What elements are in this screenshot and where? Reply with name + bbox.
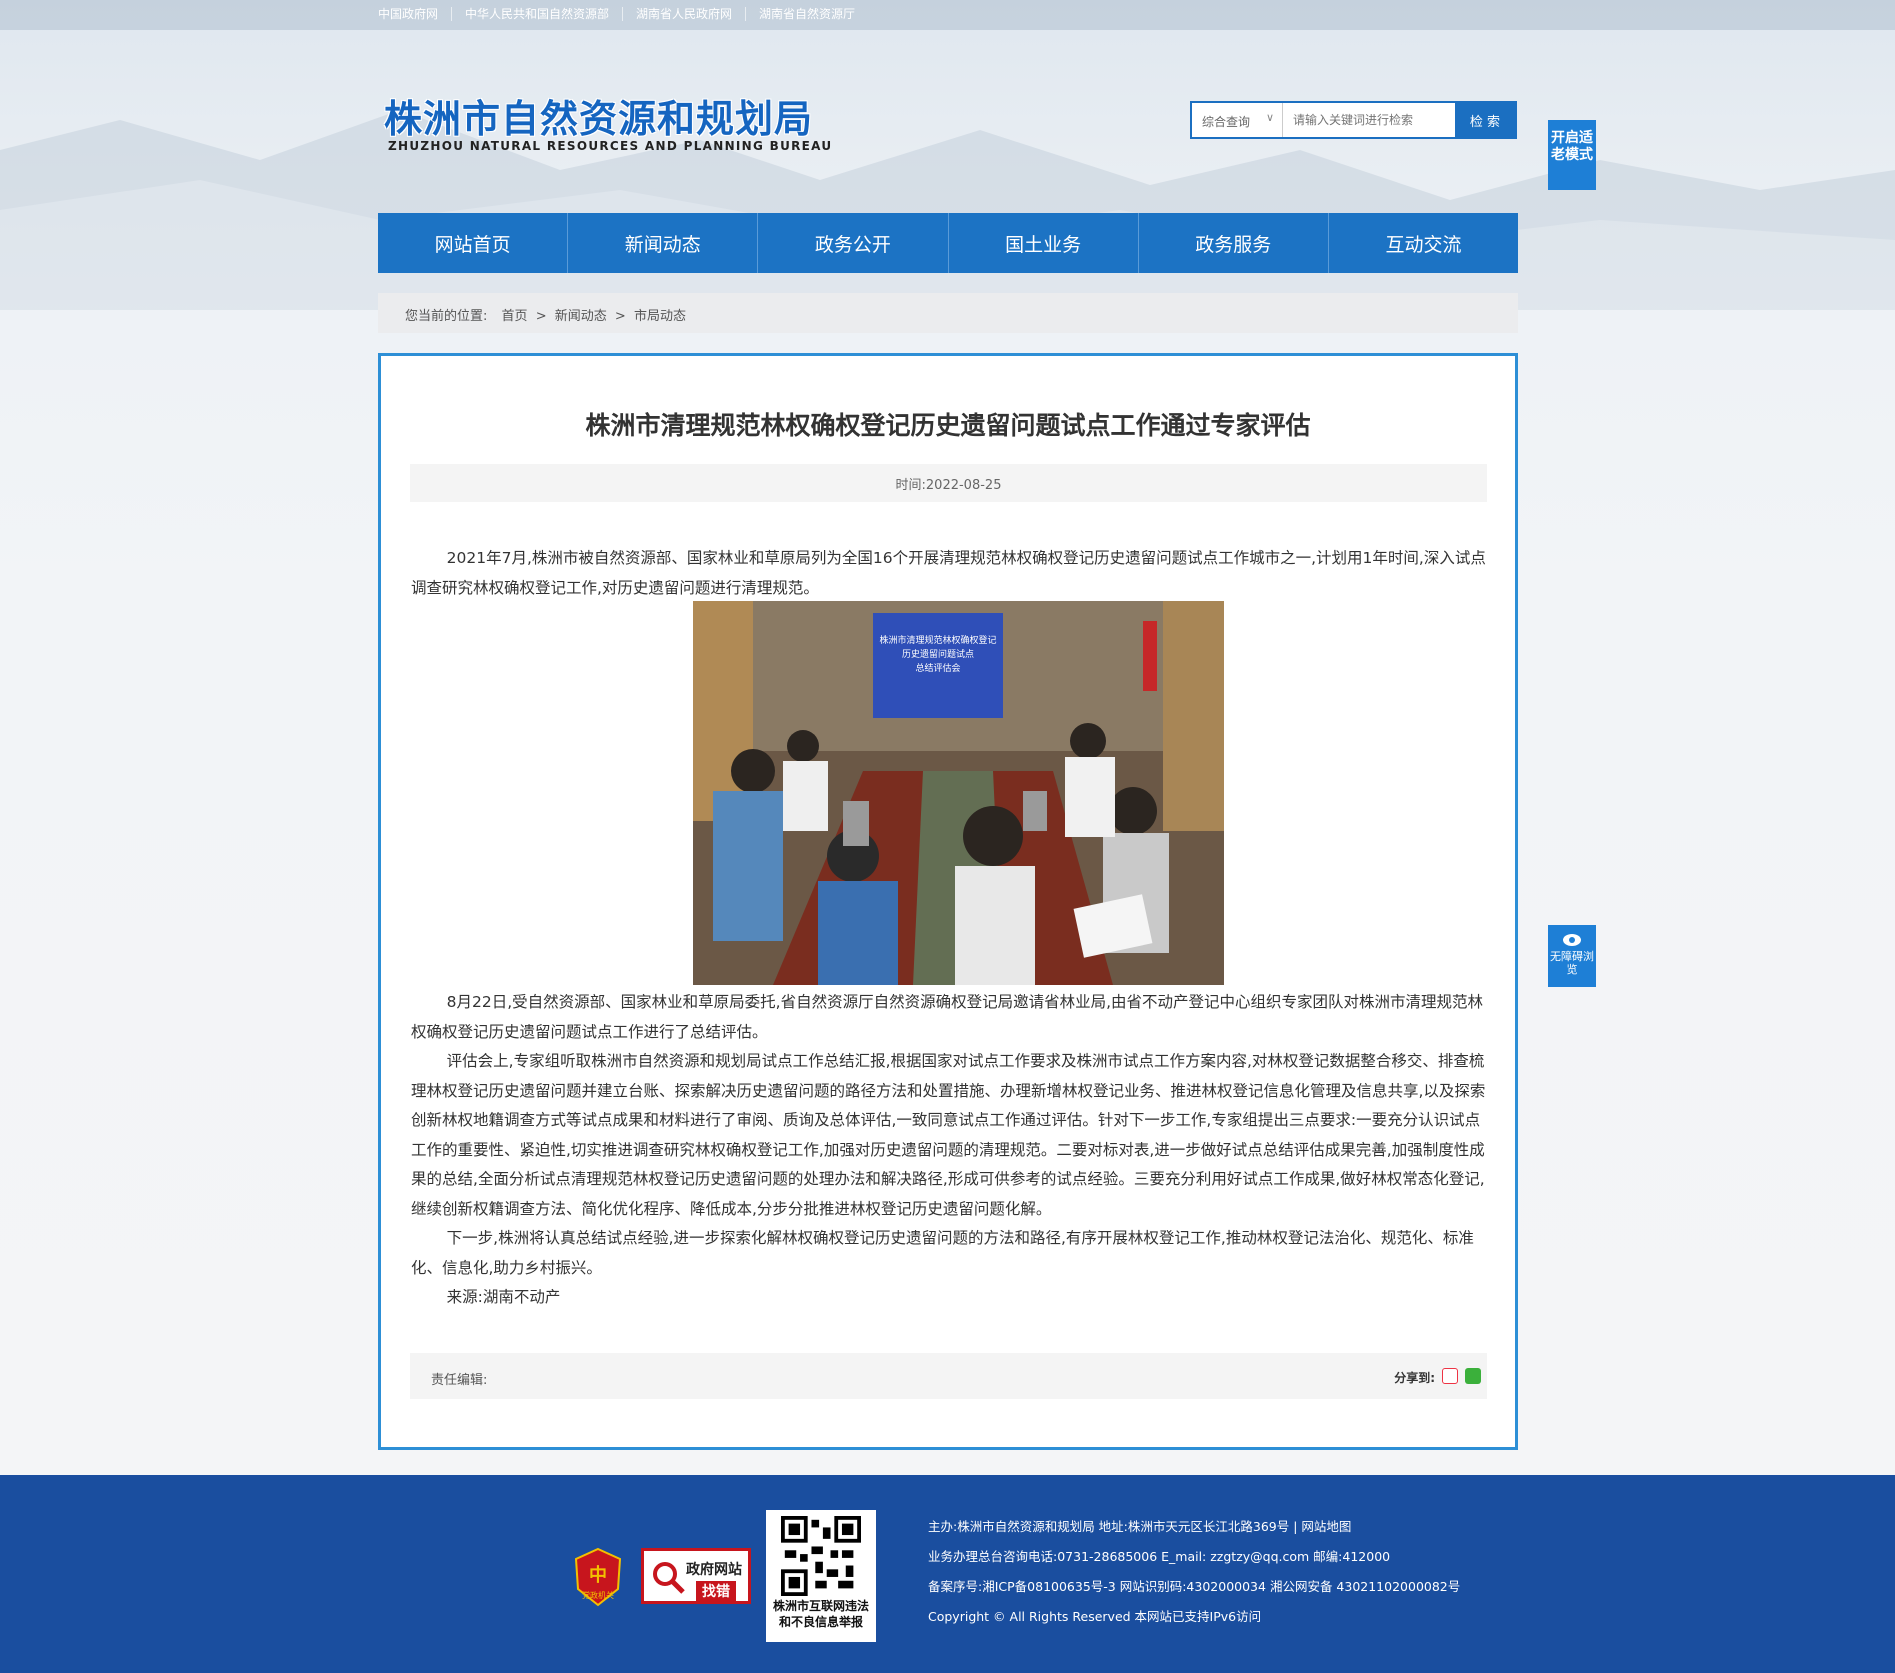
error-badge-line2: 找错 [696,1581,736,1601]
elder-mode-button[interactable]: 开启适老模式 [1548,120,1596,190]
screen-text: 总结评估会 [915,662,960,674]
breadcrumb-label: 您当前的位置: [405,309,488,324]
footer-line-host: 主办:株洲市自然资源和规划局 地址:株洲市天元区长江北路369号 | 网站地图 [928,1519,1352,1534]
search-scope-value: 综合查询 [1202,115,1251,129]
nav-item-news[interactable]: 新闻动态 [568,213,759,273]
meeting-photo-illustration: 株洲市清理规范林权确权登记 历史遗留问题试点 总结评估会 [693,601,1224,985]
top-link-bar [0,0,1895,30]
party-gov-badge-icon[interactable]: 中 党政机关 [572,1547,624,1607]
editor-label: 责任编辑: [431,1373,488,1388]
nav-item-home[interactable]: 网站首页 [378,213,569,273]
screen-text: 株洲市清理规范林权确权登记 [879,634,996,646]
breadcrumb: 您当前的位置: 首页 > 新闻动态 > 市局动态 [378,293,1518,333]
breadcrumb-sep: > [614,309,626,324]
nav-item-services[interactable]: 政务服务 [1139,213,1329,273]
screen-text: 历史遗留问题试点 [902,648,974,660]
search-scope-select[interactable]: 综合查询 ∨ [1192,103,1283,137]
article-paragraph: 下一步,株洲将认真总结试点经验,进一步探索化解林权确权登记历史遗留问题的方法和路… [411,1229,1474,1277]
article-body-bottom: 8月22日,受自然资源部、国家林业和草原局委托,省自然资源厅自然资源确权登记局邀… [411,988,1487,1313]
nav-item-gov-affairs[interactable]: 政务公开 [758,213,949,273]
gov-site-error-badge[interactable]: 政府网站 找错 [641,1548,751,1604]
top-link-hunan-nr[interactable]: 湖南省自然资源厅 [746,7,868,21]
breadcrumb-sep: > [535,309,547,324]
error-badge-line1: 政府网站 [686,1562,742,1578]
accessibility-button[interactable]: 无障碍浏览 [1548,925,1596,987]
report-qr-box[interactable]: 株洲市互联网违法和不良信息举报 [766,1510,876,1642]
search-bar: 综合查询 ∨ 检 索 [1190,101,1517,139]
top-link-mnr[interactable]: 中华人民共和国自然资源部 [452,7,624,21]
footer-info: 主办:株洲市自然资源和规划局 地址:株洲市天元区长江北路369号 | 网站地图 … [928,1512,1460,1632]
breadcrumb-news[interactable]: 新闻动态 [555,309,607,324]
nav-item-interaction[interactable]: 互动交流 [1329,213,1518,273]
mountain-backdrop [0,110,1895,310]
magnifier-icon [653,1562,685,1594]
article-body-top: 2021年7月,株洲市被自然资源部、国家林业和草原局列为全国16个开展清理规范林… [411,544,1487,603]
article-date: 时间:2022-08-25 [410,464,1487,502]
search-button[interactable]: 检 索 [1455,103,1515,137]
footer-line-contact: 业务办理总台咨询电话:0731-28685006 E_mail: zzgtzy@… [928,1549,1391,1564]
article-photo: 株洲市清理规范林权确权登记 历史遗留问题试点 总结评估会 [693,601,1224,985]
article-paragraph: 2021年7月,株洲市被自然资源部、国家林业和草原局列为全国16个开展清理规范林… [411,549,1486,597]
main-nav: 网站首页 新闻动态 政务公开 国土业务 政务服务 互动交流 [378,213,1518,273]
article-panel: 株洲市清理规范林权确权登记历史遗留问题试点工作通过专家评估 时间:2022-08… [378,353,1518,1450]
qr-code-icon [781,1516,861,1596]
eye-icon [1563,934,1581,946]
footer-line-copyright: Copyright © All Rights Reserved 本网站已支持IP… [928,1609,1262,1624]
breadcrumb-home[interactable]: 首页 [502,309,528,324]
top-links: 中国政府网 中华人民共和国自然资源部 湖南省人民政府网 湖南省自然资源厅 [378,7,868,21]
party-badge-label: 党政机关 [582,1590,614,1600]
footer-line-icp: 备案序号:湘ICP备08100635号-3 网站识别码:4302000034 湘… [928,1579,1461,1594]
article-title: 株洲市清理规范林权确权登记历史遗留问题试点工作通过专家评估 [585,411,1311,440]
svg-text:中: 中 [589,1564,607,1586]
breadcrumb-current[interactable]: 市局动态 [634,309,686,324]
article-paragraph: 8月22日,受自然资源部、国家林业和草原局委托,省自然资源厅自然资源确权登记局邀… [411,993,1484,1041]
top-link-gov[interactable]: 中国政府网 [378,7,453,21]
qr-caption: 株洲市互联网违法和不良信息举报 [772,1599,869,1629]
site-logo-cn[interactable]: 株洲市自然资源和规划局 [384,88,813,143]
top-link-hunan-gov[interactable]: 湖南省人民政府网 [623,7,747,21]
accessibility-label: 无障碍浏览 [1550,950,1594,976]
chevron-down-icon: ∨ [1265,111,1274,124]
article-source: 来源:湖南不动产 [446,1288,561,1306]
article-paragraph: 评估会上,专家组听取株洲市自然资源和规划局试点工作总结汇报,根据国家对试点工作要… [411,1052,1486,1218]
site-logo-en: ZHUZHOU NATURAL RESOURCES AND PLANNING B… [388,139,833,153]
weibo-share-icon[interactable] [1442,1368,1458,1384]
nav-item-land[interactable]: 国土业务 [949,213,1139,273]
editor-bar: 责任编辑: 分享到: [410,1353,1487,1399]
wechat-share-icon[interactable] [1465,1368,1481,1384]
share-label: 分享到: [1394,1371,1435,1385]
search-input[interactable] [1283,103,1455,137]
